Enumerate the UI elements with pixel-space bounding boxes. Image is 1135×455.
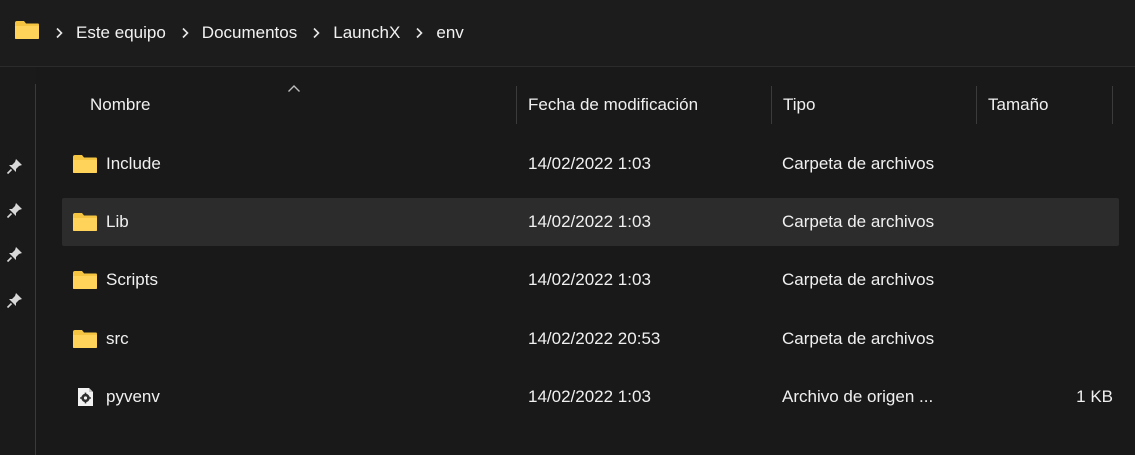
config-file-icon [78, 388, 93, 406]
column-resize-handle[interactable] [516, 86, 517, 124]
folder-icon [73, 330, 97, 348]
column-resize-handle[interactable] [976, 86, 977, 124]
breadcrumb-item-env[interactable]: env [436, 23, 463, 43]
file-type: Carpeta de archivos [782, 154, 935, 173]
column-header-size[interactable]: Tamaño [988, 80, 1048, 130]
sort-ascending-icon [288, 85, 300, 92]
pane-divider[interactable] [35, 84, 36, 455]
folder-icon [73, 213, 97, 231]
breadcrumb-item-documentos[interactable]: Documentos [202, 23, 297, 43]
column-header-date[interactable]: Fecha de modificación [528, 80, 698, 130]
chevron-right-icon[interactable] [312, 27, 320, 39]
file-type: Archivo de origen ... [782, 387, 934, 406]
pin-icon[interactable] [6, 291, 24, 309]
file-row-pyvenv[interactable]: pyvenv 14/02/2022 1:03 Archivo de origen… [62, 373, 1119, 421]
file-date: 14/02/2022 1:03 [528, 387, 651, 406]
pin-icon[interactable] [6, 201, 24, 219]
file-type: Carpeta de archivos [782, 270, 935, 289]
file-name: Include [106, 154, 161, 173]
pin-icon[interactable] [6, 157, 24, 175]
file-row-scripts[interactable]: Scripts 14/02/2022 1:03 Carpeta de archi… [62, 256, 1119, 304]
file-size: 1 KB [1076, 387, 1113, 406]
folder-icon [14, 20, 40, 45]
pin-icon[interactable] [6, 245, 24, 263]
file-name: src [106, 329, 129, 348]
file-name: Lib [106, 212, 129, 231]
address-bar[interactable]: Este equipo Documentos LaunchX env [0, 0, 1135, 66]
breadcrumb-item-este-equipo[interactable]: Este equipo [76, 23, 166, 43]
file-date: 14/02/2022 1:03 [528, 212, 651, 231]
file-name: pyvenv [106, 387, 160, 406]
file-date: 14/02/2022 20:53 [528, 329, 661, 348]
address-bar-divider [0, 66, 1135, 67]
chevron-right-icon [55, 27, 63, 39]
column-header-row: Nombre Fecha de modificación Tipo Tamaño [62, 80, 1135, 130]
column-resize-handle[interactable] [771, 86, 772, 124]
navigation-pane[interactable] [0, 67, 36, 455]
chevron-right-icon[interactable] [181, 27, 189, 39]
chevron-right-icon[interactable] [415, 27, 423, 39]
column-header-name[interactable]: Nombre [90, 80, 150, 130]
file-name: Scripts [106, 270, 158, 289]
file-row-lib[interactable]: Lib 14/02/2022 1:03 Carpeta de archivos [62, 198, 1119, 246]
folder-icon [73, 155, 97, 173]
file-type: Carpeta de archivos [782, 212, 935, 231]
column-header-type[interactable]: Tipo [783, 80, 815, 130]
file-date: 14/02/2022 1:03 [528, 270, 651, 289]
file-type: Carpeta de archivos [782, 329, 935, 348]
file-date: 14/02/2022 1:03 [528, 154, 651, 173]
folder-icon [73, 271, 97, 289]
breadcrumb-item-launchx[interactable]: LaunchX [333, 23, 400, 43]
column-resize-handle[interactable] [1112, 86, 1113, 124]
file-row-include[interactable]: Include 14/02/2022 1:03 Carpeta de archi… [62, 140, 1119, 188]
file-row-src[interactable]: src 14/02/2022 20:53 Carpeta de archivos [62, 315, 1119, 363]
